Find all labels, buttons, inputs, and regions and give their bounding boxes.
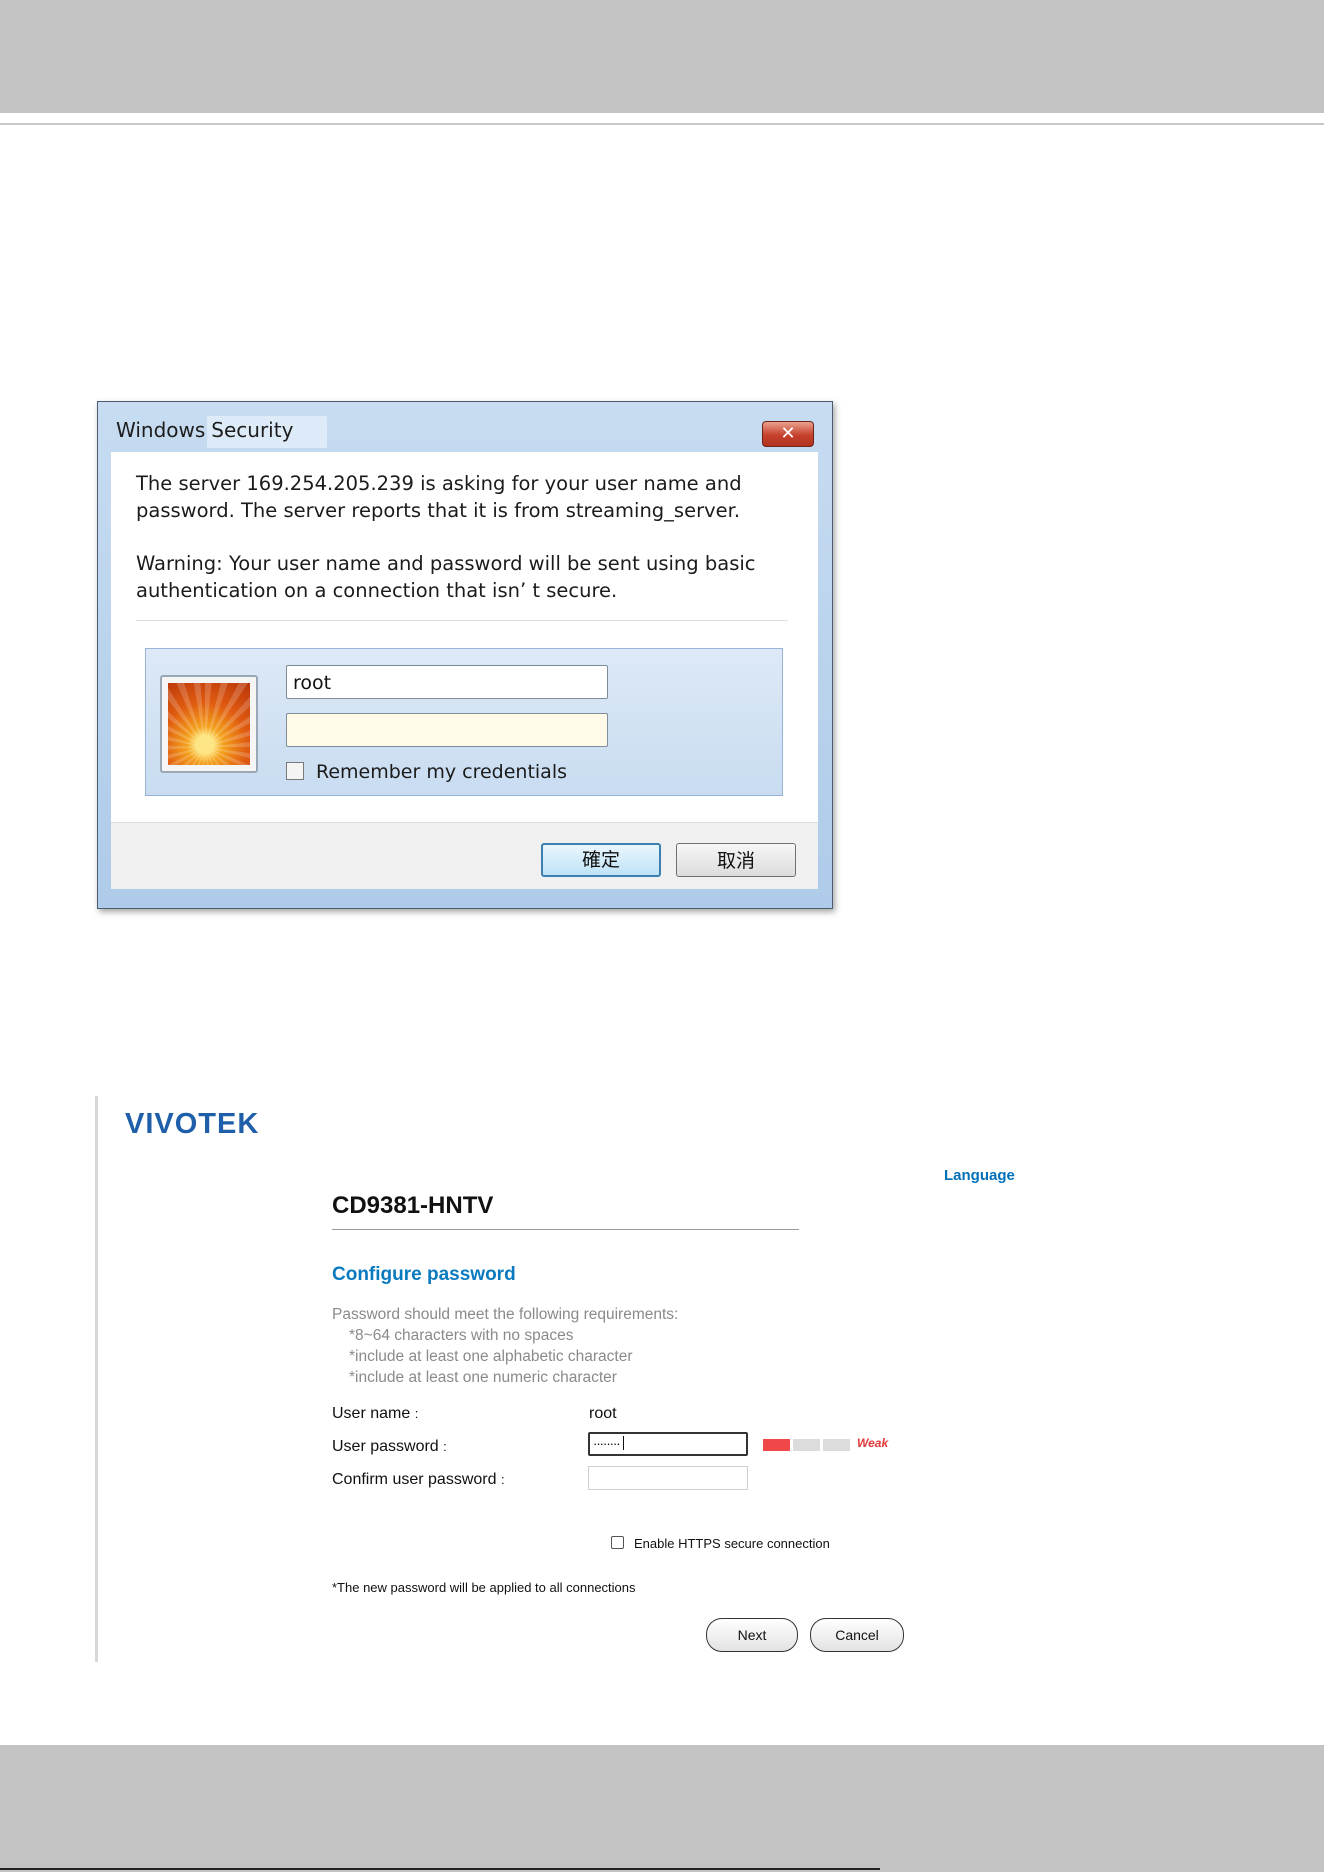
remember-label: Remember my credentials [316,761,568,783]
requirement-item: *8~64 characters with no spaces [349,1327,574,1344]
header-divider [0,123,1324,125]
password-note: *The new password will be applied to all… [332,1580,636,1595]
close-icon[interactable]: ✕ [762,421,814,447]
footer-rule [0,1868,880,1870]
strength-segment-empty [823,1439,850,1451]
dialog-title: Windows Security [116,416,328,448]
requirements-intro: Password should meet the following requi… [332,1306,679,1323]
label-colon: : [443,1439,447,1454]
confirm-password-label: Confirm user password : [332,1471,505,1489]
ok-button[interactable]: 確定 [541,843,661,877]
next-button[interactable]: Next [706,1618,798,1652]
vivotek-logo: VIVOTEK [125,1108,260,1140]
page-header-band [0,0,1324,113]
confirm-label-text: Confirm user password [332,1471,497,1488]
https-label: Enable HTTPS secure connection [634,1536,830,1551]
language-link[interactable]: Language [944,1167,1015,1184]
confirm-password-input[interactable] [588,1466,748,1490]
page-footer-band [0,1745,1324,1872]
avatar-petals [168,683,250,765]
user-password-input[interactable]: ········ [588,1432,748,1456]
remember-credentials[interactable]: Remember my credentials [286,761,567,783]
https-option[interactable]: Enable HTTPS secure connection [611,1536,830,1551]
dialog-message: The server 169.254.205.239 is asking for… [136,470,796,630]
configure-password-heading: Configure password [332,1264,516,1285]
dialog-title-part2: Security [207,416,328,448]
requirement-item: *include at least one alphabetic charact… [349,1348,633,1365]
https-checkbox[interactable] [611,1536,624,1549]
dialog-message-warning: Warning: Your user name and password wil… [136,552,756,602]
dialog-body: The server 169.254.205.239 is asking for… [111,452,818,822]
label-colon: : [500,1472,505,1487]
credentials-panel: root Remember my credentials [145,648,783,796]
requirement-item: *include at least one numeric character [349,1369,617,1386]
panel-left-rule [95,1096,98,1662]
password-requirements: Password should meet the following requi… [332,1304,678,1388]
dialog-footer: 確定 取消 [111,822,818,889]
text-caret [622,1436,624,1450]
password-input[interactable] [286,713,608,747]
password-mask: ········ [593,1436,621,1451]
model-divider [332,1229,799,1230]
password-label: User password : [332,1438,447,1456]
dialog-separator [136,620,788,621]
password-label-text: User password [332,1438,439,1455]
username-label: User name : [332,1405,418,1423]
username-label-text: User name [332,1405,411,1422]
label-colon: : [414,1406,419,1421]
dialog-title-part1: Windows [116,418,206,442]
cancel-button[interactable]: 取消 [676,843,796,877]
user-avatar-icon [160,675,258,773]
remember-checkbox[interactable] [286,762,304,780]
config-cancel-button[interactable]: Cancel [810,1618,904,1652]
strength-segment-empty [793,1439,820,1451]
model-title: CD9381-HNTV [332,1192,494,1219]
windows-security-dialog: Windows Security ✕ The server 169.254.205… [97,401,833,909]
username-input[interactable]: root [286,665,608,699]
strength-label: Weak [857,1436,889,1450]
strength-segment-filled [763,1439,790,1451]
username-value: root [589,1405,617,1422]
dialog-message-server: The server 169.254.205.239 is asking for… [136,472,742,522]
